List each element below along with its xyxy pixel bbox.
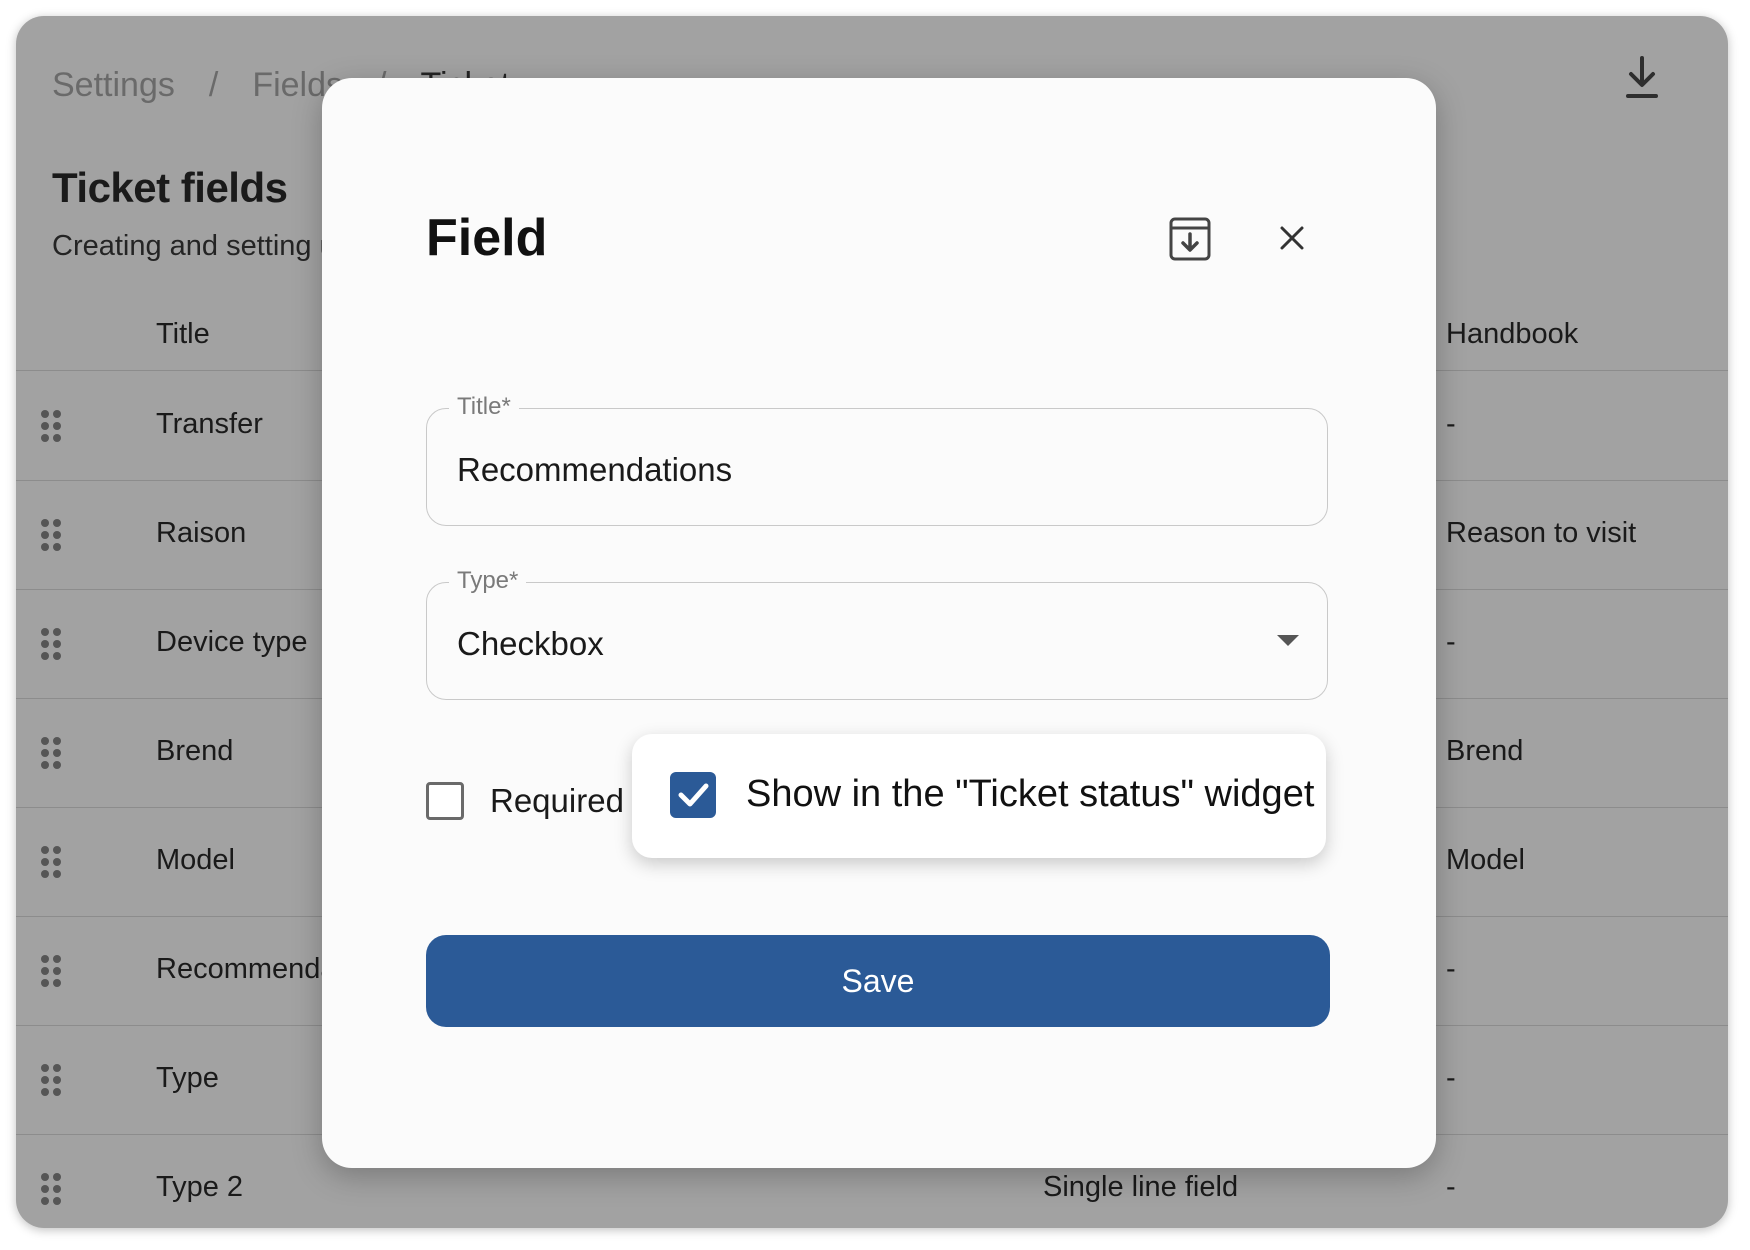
type-select-label: Type* [449,567,527,595]
required-checkbox[interactable]: Required [426,782,624,820]
widget-checkbox-label: Show in the "Ticket status" widget [746,773,1315,815]
required-checkbox-box[interactable] [426,782,464,820]
widget-checkbox[interactable] [670,772,716,818]
check-icon [678,783,709,807]
close-icon[interactable] [1274,220,1310,256]
required-checkbox-label: Required [490,782,624,819]
save-button[interactable]: Save [426,935,1330,1027]
modal-title: Field [426,209,548,267]
type-select[interactable]: Type* Checkbox [426,567,1328,700]
archive-icon[interactable] [1168,216,1212,262]
type-select-value: Checkbox [457,625,604,662]
widget-option-card: Show in the "Ticket status" widget [632,734,1326,858]
title-field[interactable]: Title* Recommendations [426,393,1328,526]
chevron-down-icon[interactable] [1277,635,1299,646]
title-field-value: Recommendations [457,451,733,488]
field-modal: Field Title* Recommendations Type* Check… [322,78,1436,1168]
title-field-label: Title* [449,393,519,421]
